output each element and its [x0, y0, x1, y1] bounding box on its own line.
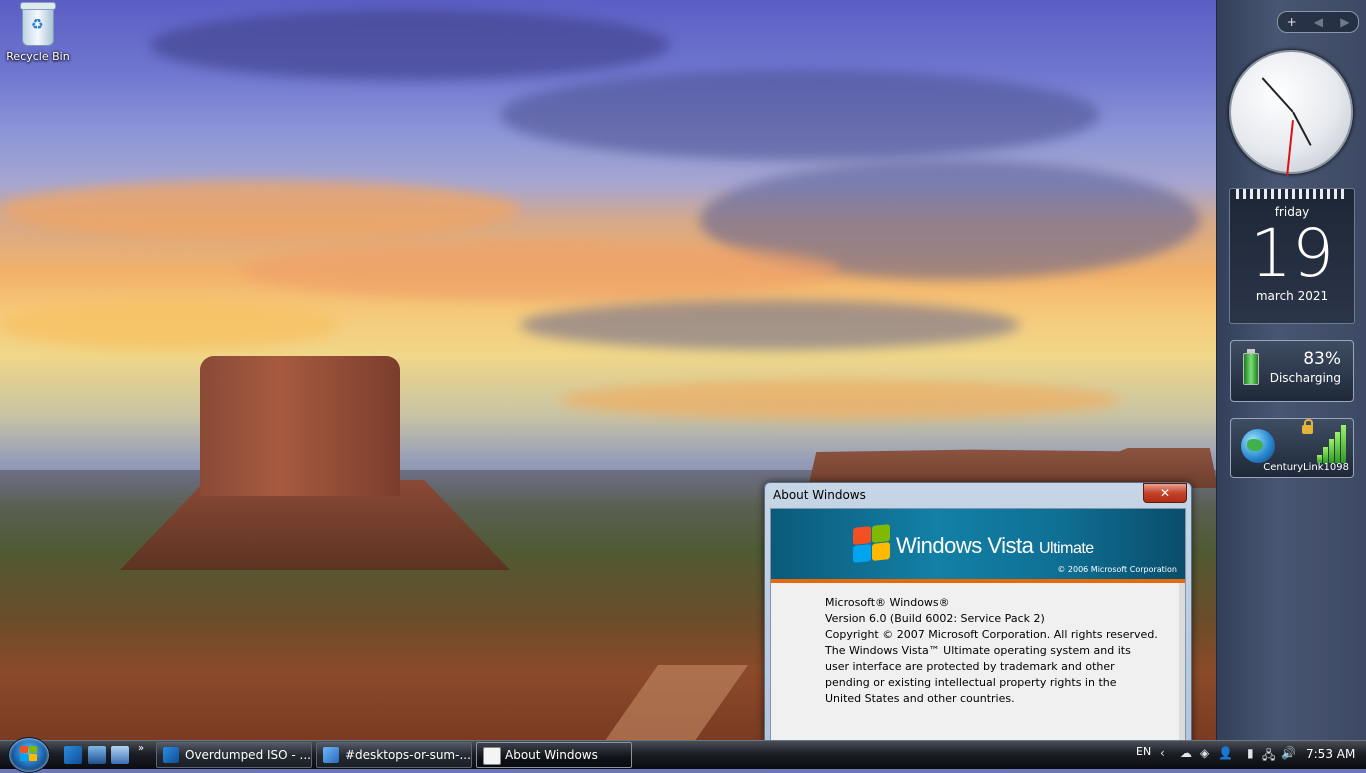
- tray-chevron-icon[interactable]: ‹: [1160, 746, 1165, 760]
- windows-vista-banner: Windows Vista Ultimate © 2006 Microsoft …: [771, 509, 1185, 583]
- cloud: [150, 10, 670, 80]
- quick-launch-switch-windows-icon[interactable]: [111, 746, 129, 764]
- quick-launch-more-button[interactable]: »: [138, 743, 144, 754]
- sidebar-controls: + ◀ ▶: [1277, 11, 1359, 33]
- quick-launch-show-desktop-icon[interactable]: [88, 746, 106, 764]
- add-gadget-button[interactable]: +: [1287, 13, 1297, 31]
- cloud: [560, 380, 1120, 420]
- minute-hand: [1261, 77, 1294, 113]
- cloud: [0, 180, 520, 240]
- about-text: Microsoft® Windows® Version 6.0 (Build 6…: [771, 583, 1185, 707]
- window-title: About Windows: [773, 488, 866, 502]
- clock-face: [1229, 50, 1353, 176]
- cloud: [500, 70, 1100, 160]
- calendar-rings: [1236, 189, 1348, 199]
- calendar-month: march 2021: [1255, 289, 1329, 303]
- user-icon[interactable]: 👤: [1218, 746, 1233, 760]
- trademark-notice: The Windows Vista™ Ultimate operating sy…: [825, 644, 1131, 705]
- cloud: [240, 240, 840, 300]
- network-ssid: CenturyLink1098: [1263, 462, 1349, 473]
- taskbar-item-overdumped-iso[interactable]: Overdumped ISO - ...: [156, 742, 312, 768]
- lock-icon: [1302, 419, 1313, 434]
- language-indicator[interactable]: EN: [1136, 745, 1151, 758]
- close-button[interactable]: ✕: [1143, 483, 1187, 503]
- desktop-icon-recycle-bin[interactable]: Recycle Bin: [4, 2, 72, 63]
- next-gadgets-button[interactable]: ▶: [1340, 13, 1349, 31]
- taskbar-item-label: About Windows: [505, 748, 598, 762]
- hour-hand: [1292, 111, 1312, 147]
- browser-icon: [163, 747, 179, 763]
- cloud-icon[interactable]: ☁: [1180, 746, 1192, 760]
- network-tray-icon[interactable]: 🖧: [1262, 746, 1275, 767]
- product-line: Microsoft® Windows®: [825, 596, 950, 609]
- desktop-icon-label: Recycle Bin: [6, 50, 70, 63]
- battery-status: Discharging: [1269, 371, 1341, 385]
- diamond-icon[interactable]: ◈: [1200, 746, 1209, 760]
- quick-launch-ie-icon[interactable]: [64, 746, 82, 764]
- product-brand: Windows Vista: [896, 533, 1034, 558]
- globe-icon: [1241, 429, 1275, 463]
- scrollbar[interactable]: [1179, 583, 1185, 741]
- taskbar-item-label: Overdumped ISO - ...: [185, 748, 311, 762]
- previous-gadgets-button[interactable]: ◀: [1314, 13, 1323, 31]
- cloud: [520, 300, 1020, 350]
- taskbar-item-about-windows[interactable]: About Windows: [476, 742, 632, 768]
- signal-strength-icon: [1317, 425, 1347, 463]
- battery-gadget[interactable]: 83% Discharging: [1230, 340, 1354, 402]
- windows-flag-icon: [851, 524, 891, 563]
- product-name: Windows Vista Ultimate: [896, 533, 1094, 559]
- recycle-bin-icon: [20, 2, 56, 46]
- battery-icon: [1243, 349, 1259, 385]
- windows-logo-icon: [20, 746, 38, 762]
- calendar-date: 19: [1250, 215, 1334, 292]
- taskbar-item-label: #desktops-or-sum-...: [345, 748, 471, 762]
- version-line: Version 6.0 (Build 6002: Service Pack 2): [825, 612, 1045, 625]
- volume-icon[interactable]: 🔊: [1281, 746, 1296, 760]
- battery-percent: 83%: [1303, 349, 1341, 369]
- cloud: [0, 300, 340, 350]
- battery-tray-icon[interactable]: ▮: [1247, 746, 1254, 760]
- clock-gadget[interactable]: [1229, 50, 1353, 176]
- taskbar-clock[interactable]: 7:53 AM: [1306, 747, 1355, 761]
- about-windows-dialog: About Windows ✕ Windows Vista Ultimate ©…: [764, 482, 1192, 744]
- second-hand: [1286, 119, 1294, 176]
- taskbar: » Overdumped ISO - ... #desktops-or-sum-…: [0, 737, 1366, 773]
- taskbar-item-desktops[interactable]: #desktops-or-sum-...: [316, 742, 472, 768]
- banner-copyright: © 2006 Microsoft Corporation: [1057, 565, 1177, 574]
- window-titlebar[interactable]: About Windows ✕: [765, 483, 1191, 507]
- network-gadget[interactable]: CenturyLink1098: [1230, 418, 1354, 478]
- dialog-client-area: Windows Vista Ultimate © 2006 Microsoft …: [770, 508, 1186, 744]
- butte: [200, 356, 400, 496]
- copyright-line: Copyright © 2007 Microsoft Corporation. …: [825, 628, 1158, 641]
- browser-icon: [323, 747, 339, 763]
- about-window-icon: [483, 747, 501, 765]
- calendar-gadget[interactable]: friday 19 march 2021: [1229, 188, 1355, 324]
- close-icon: ✕: [1159, 486, 1171, 500]
- product-edition: Ultimate: [1039, 540, 1094, 557]
